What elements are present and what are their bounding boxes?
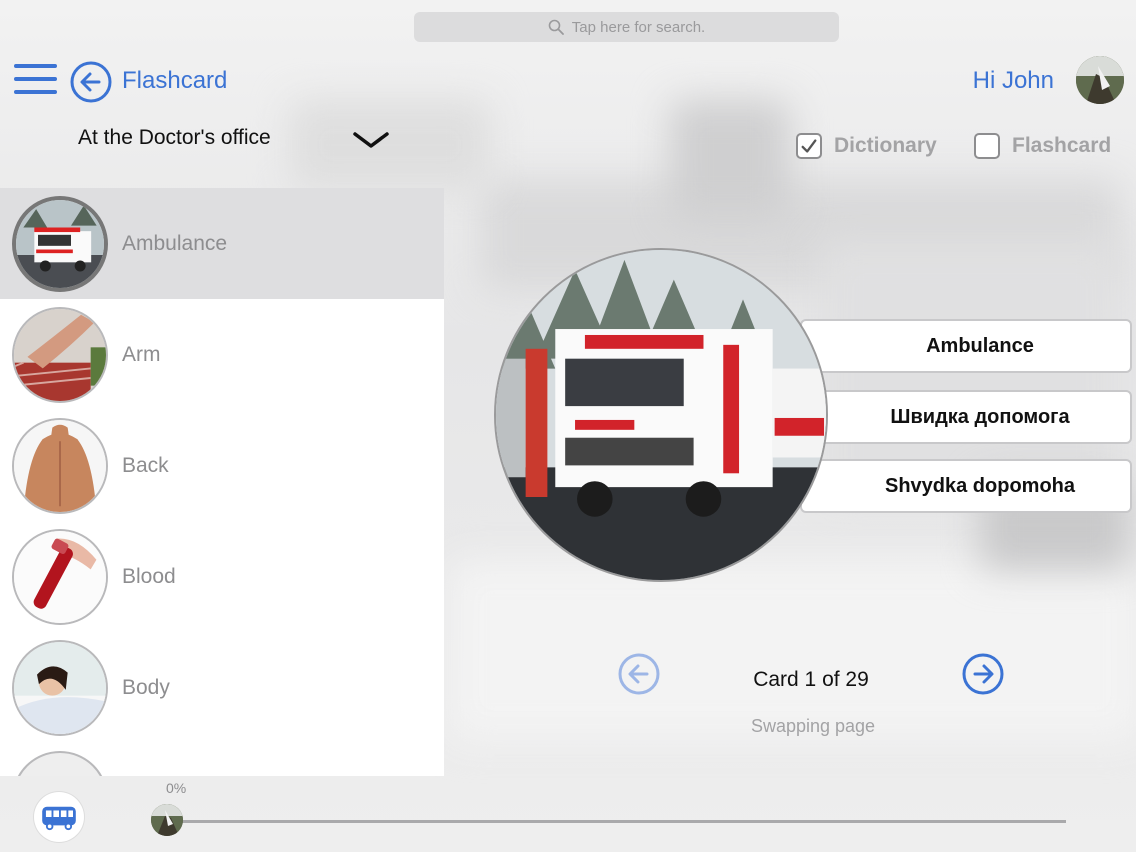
list-item-back[interactable]: Back: [0, 410, 444, 521]
flashcard-image[interactable]: [494, 248, 828, 582]
arm-icon: [12, 306, 108, 403]
back-icon: [12, 417, 108, 514]
list-item-partial[interactable]: [0, 743, 444, 776]
checkbox-box: [974, 133, 1000, 159]
english-word: Ambulance: [800, 319, 1132, 373]
dictionary-label: Dictionary: [834, 134, 937, 157]
dictionary-checkbox[interactable]: Dictionary: [796, 133, 937, 159]
transliteration-word: Shvydka dopomoha: [800, 459, 1132, 513]
list-item-body[interactable]: Body: [0, 632, 444, 743]
checkbox-box: [796, 133, 822, 159]
flashcard-checkbox[interactable]: Flashcard: [974, 133, 1111, 159]
progress-handle[interactable]: [151, 804, 183, 836]
list-item-label: Blood: [122, 564, 176, 588]
list-item-label: Arm: [122, 342, 161, 366]
category-selector[interactable]: At the Doctor's office: [78, 126, 271, 150]
chevron-down-icon: [353, 132, 389, 148]
avatar[interactable]: [1076, 56, 1124, 104]
search-placeholder: Tap here for search.: [571, 18, 706, 36]
user-photo-icon: [1076, 56, 1124, 104]
page-title: Flashcard: [122, 67, 228, 94]
menu-button[interactable]: [14, 64, 58, 98]
category-dropdown[interactable]: [352, 128, 390, 152]
user-photo-icon: [151, 804, 183, 836]
list-item-arm[interactable]: Arm: [0, 299, 444, 410]
flashcard-label: Flashcard: [1012, 134, 1112, 157]
ukrainian-word: Швидка допомога: [800, 390, 1132, 444]
search-icon: [548, 19, 564, 35]
progress-slider[interactable]: [166, 820, 1066, 823]
bus-icon: [42, 806, 76, 831]
arrow-left-circle-icon: [70, 61, 112, 103]
list-item-label: Ambulance: [122, 231, 228, 255]
arrow-right-circle-icon: [962, 653, 1004, 695]
bus-button[interactable]: [34, 792, 84, 842]
next-card-button[interactable]: [962, 653, 1004, 695]
list-item-ambulance[interactable]: Ambulance: [0, 188, 444, 299]
blood-icon: [12, 528, 108, 625]
list-item-label: Body: [122, 675, 170, 699]
card-counter: Card 1 of 29: [753, 668, 869, 691]
back-button[interactable]: [70, 61, 112, 103]
previous-card-button[interactable]: [618, 653, 660, 695]
user-greeting: Hi John: [972, 67, 1054, 94]
status-text: Swapping page: [750, 716, 876, 736]
checkmark-icon: [801, 139, 817, 153]
arrow-left-circle-icon: [618, 653, 660, 695]
ambulance-icon: [12, 195, 108, 292]
word-list[interactable]: Ambulance Arm Back Blood Body: [0, 188, 444, 776]
list-item-blood[interactable]: Blood: [0, 521, 444, 632]
search-input[interactable]: Tap here for search.: [414, 12, 839, 42]
partial-thumbnail-icon: [12, 750, 108, 776]
ambulance-photo-icon: [496, 250, 826, 580]
list-item-label: Back: [122, 453, 169, 477]
progress-percent: 0%: [166, 780, 187, 796]
body-icon: [12, 639, 108, 736]
